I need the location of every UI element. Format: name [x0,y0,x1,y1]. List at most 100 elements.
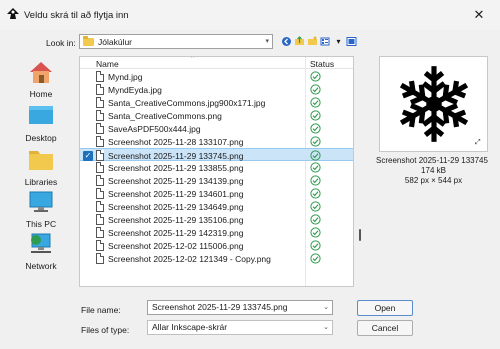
place-network-label: Network [25,261,57,271]
place-desktop[interactable]: Desktop [6,104,76,143]
file-name: Santa_CreativeCommons.jpg900x171.jpg [108,98,266,108]
preview-dimensions: 582 px × 544 px [404,176,463,185]
file-name: MyndEyda.jpg [108,85,162,95]
place-desktop-label: Desktop [25,133,57,143]
open-button[interactable]: Open [357,300,413,316]
file-icon [96,253,104,264]
row-checkbox[interactable]: ✓ [83,151,93,161]
preview-filesize: 174 kB [421,166,446,175]
place-home-label: Home [29,89,53,99]
lookin-value: Jólakúlur [98,36,133,47]
file-row[interactable]: Santa_CreativeCommons.jpg900x171.jpg [80,96,353,109]
file-row[interactable]: Screenshot 2025-11-28 133107.png [80,135,353,148]
view-dropdown-icon[interactable]: ▾ [333,36,344,47]
chevron-down-icon[interactable]: ⌄ [323,321,329,334]
filename-label: File name: [81,305,121,315]
network-icon [31,233,51,253]
status-ok-icon [310,253,321,264]
status-ok-icon [310,201,321,212]
file-name: Screenshot 2025-11-28 133107.png [108,137,244,147]
title-bar: Veldu skrá til að flytja inn ✕ [0,0,500,30]
file-row[interactable]: Screenshot 2025-12-02 115006.png [80,239,353,252]
filetype-value: Allar Inkscape-skrár [152,322,228,332]
close-button[interactable]: ✕ [460,2,498,28]
file-list[interactable]: ^ Name Status Mynd.jpg MyndEyda.jpg Santa_… [79,56,354,287]
filetype-label: Files of type: [81,325,130,335]
file-icon [96,71,104,82]
file-row[interactable]: Screenshot 2025-12-02 121349 - Copy.png [80,252,353,265]
expand-preview-icon[interactable]: ⤢ [475,139,481,147]
status-ok-icon [310,175,321,186]
scrollbar-thumb[interactable] [359,229,361,241]
column-header-status[interactable]: Status [310,59,334,69]
filename-input[interactable]: Screenshot 2025-11-29 133745.png ⌄ [147,300,333,315]
status-ok-icon [310,110,321,121]
place-network[interactable]: Network [6,232,76,271]
file-icon [96,110,104,121]
lookin-label: Look in: [46,38,76,48]
status-ok-icon [310,97,321,108]
file-icon [96,201,104,212]
file-icon [96,123,104,134]
file-row[interactable]: SaveAsPDF500x444.jpg [80,122,353,135]
file-name: Screenshot 2025-11-29 134139.png [108,176,244,186]
file-icon [96,214,104,225]
cancel-button[interactable]: Cancel [357,320,413,336]
this-pc-icon [29,191,53,212]
filetype-select[interactable]: Allar Inkscape-skrár ⌄ [147,320,333,335]
view-menu-icon[interactable] [320,36,331,47]
status-ok-icon [310,150,321,161]
file-name: SaveAsPDF500x444.jpg [108,124,201,134]
file-row[interactable]: Santa_CreativeCommons.png [80,109,353,122]
file-name: Santa_CreativeCommons.png [108,111,222,121]
file-row[interactable]: Screenshot 2025-11-29 142319.png [80,226,353,239]
status-ok-icon [310,84,321,95]
file-name: Screenshot 2025-12-02 115006.png [108,241,244,251]
file-name: Screenshot 2025-11-29 133855.png [108,163,244,173]
chevron-down-icon[interactable]: ⌄ [323,301,329,314]
file-row-selected[interactable]: ✓ Screenshot 2025-11-29 133745.png [80,148,353,161]
home-icon [30,62,52,83]
vertical-scrollbar[interactable] [356,56,364,287]
status-ok-icon [310,240,321,251]
chevron-down-icon: ▾ [265,38,269,45]
back-icon[interactable] [281,36,292,47]
column-header-name[interactable]: Name [96,59,119,69]
filename-value: Screenshot 2025-11-29 133745.png [152,302,288,312]
snowflake-preview-image [388,66,480,147]
up-folder-icon[interactable] [294,35,305,47]
file-row[interactable]: Screenshot 2025-11-29 134601.png [80,187,353,200]
file-icon [96,136,104,147]
status-ok-icon [310,227,321,238]
file-icon [96,97,104,108]
preview-toggle-icon[interactable] [346,36,357,47]
place-libraries-label: Libraries [24,177,58,187]
file-name: Mynd.jpg [108,72,143,82]
file-icon [96,175,104,186]
window-title: Veldu skrá til að flytja inn [24,10,129,21]
place-libraries[interactable]: Libraries [6,148,76,187]
status-ok-icon [310,136,321,147]
file-row[interactable]: Mynd.jpg [80,70,353,83]
nav-toolbar: ▾ [281,34,357,48]
new-folder-icon[interactable] [307,36,318,47]
status-ok-icon [310,71,321,82]
file-icon [96,188,104,199]
libraries-icon [29,151,53,170]
file-icon [96,162,104,173]
status-ok-icon [310,123,321,134]
places-sidebar: Home Desktop Libraries This PC Network [6,54,76,284]
lookin-combo[interactable]: Jólakúlur ▾ [79,34,273,49]
file-row[interactable]: Screenshot 2025-11-29 134139.png [80,174,353,187]
file-row[interactable]: Screenshot 2025-11-29 135106.png [80,213,353,226]
place-home[interactable]: Home [6,60,76,99]
file-row[interactable]: Screenshot 2025-11-29 133855.png [80,161,353,174]
file-name: Screenshot 2025-12-02 121349 - Copy.png [108,254,271,264]
place-this-pc[interactable]: This PC [6,190,76,229]
folder-icon [83,35,94,46]
file-icon [96,227,104,238]
status-ok-icon [310,214,321,225]
file-row[interactable]: MyndEyda.jpg [80,83,353,96]
file-row[interactable]: Screenshot 2025-11-29 134649.png [80,200,353,213]
sort-ascending-icon: ^ [191,56,195,62]
